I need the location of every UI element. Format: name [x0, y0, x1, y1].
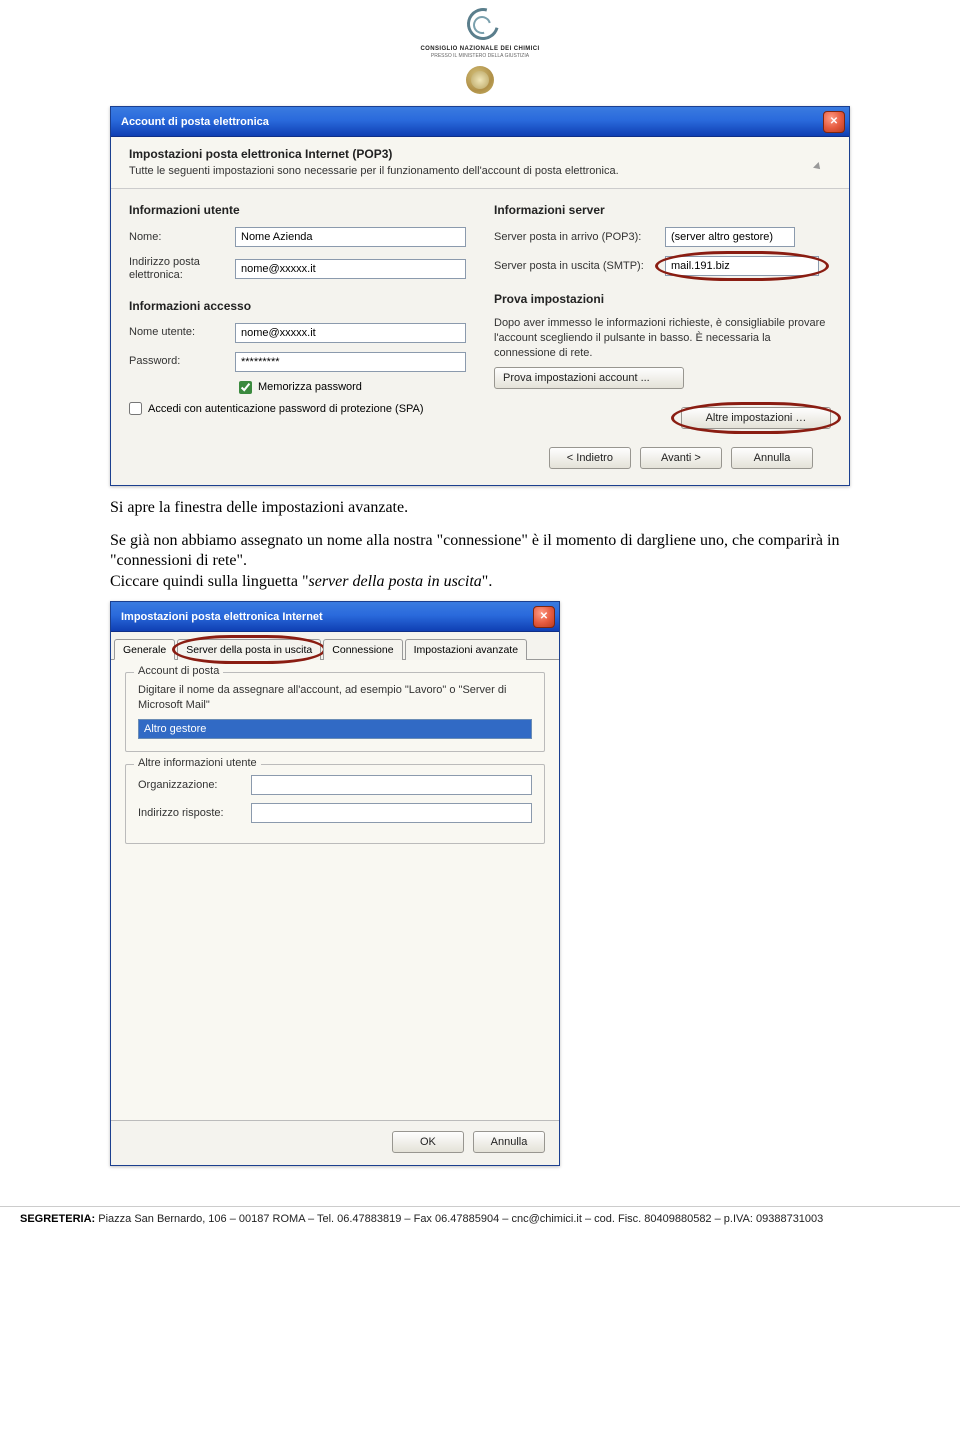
footer-text: Piazza San Bernardo, 106 – 00187 ROMA – … — [95, 1213, 823, 1225]
username-input[interactable] — [235, 323, 466, 343]
name-label: Nome: — [129, 231, 229, 244]
next-button[interactable]: Avanti > — [640, 447, 722, 469]
dialog2-footer: OK Annulla — [111, 1120, 559, 1165]
other-info-fieldset: Altre informazioni utente Organizzazione… — [125, 764, 545, 844]
dialog-title: Account di posta elettronica — [121, 116, 823, 128]
password-input[interactable] — [235, 352, 466, 372]
close-icon[interactable] — [823, 111, 845, 133]
user-info-title: Informazioni utente — [129, 203, 466, 217]
email-label: Indirizzo posta elettronica: — [129, 256, 229, 282]
org-logo: CONSIGLIO NAZIONALE DEI CHIMICI PRESSO I… — [420, 6, 539, 59]
cursor-icon — [807, 153, 835, 183]
remember-password-checkbox[interactable] — [239, 381, 252, 394]
tab-smtp[interactable]: Server della posta in uscita — [177, 639, 321, 660]
account-legend: Account di posta — [134, 665, 223, 677]
tabs: Generale Server della posta in uscita Co… — [111, 632, 559, 660]
cancel-button-2[interactable]: Annulla — [473, 1131, 545, 1153]
right-column: Informazioni server Server posta in arri… — [494, 203, 831, 429]
org-subtitle: PRESSO IL MINISTERO DELLA GIUSTIZIA — [420, 53, 539, 59]
back-button[interactable]: < Indietro — [549, 447, 631, 469]
titlebar-2[interactable]: Impostazioni posta elettronica Internet — [111, 602, 559, 632]
titlebar[interactable]: Account di posta elettronica — [111, 107, 849, 137]
email-account-dialog: Account di posta elettronica Impostazion… — [110, 106, 850, 486]
password-label: Password: — [129, 355, 229, 368]
email-input[interactable] — [235, 259, 466, 279]
reply-address-input[interactable] — [251, 803, 532, 823]
test-settings-desc: Dopo aver immesso le informazioni richie… — [494, 316, 831, 361]
tab-advanced[interactable]: Impostazioni avanzate — [405, 639, 527, 660]
spa-label: Accedi con autenticazione password di pr… — [148, 402, 424, 416]
smtp-highlight — [665, 256, 819, 276]
smtp-label: Server posta in uscita (SMTP): — [494, 260, 659, 273]
spa-checkbox[interactable] — [129, 402, 142, 415]
tab-connection[interactable]: Connessione — [323, 639, 402, 660]
page-footer: SEGRETERIA: Piazza San Bernardo, 106 – 0… — [0, 1206, 960, 1231]
tab-general[interactable]: Generale — [114, 639, 175, 660]
ok-button[interactable]: OK — [392, 1131, 464, 1153]
close-icon-2[interactable] — [533, 606, 555, 628]
dialog-header-title: Impostazioni posta elettronica Internet … — [129, 147, 789, 161]
smtp-input[interactable] — [665, 256, 819, 276]
more-settings-button[interactable]: Altre impostazioni … — [681, 407, 831, 429]
remember-password-label: Memorizza password — [258, 381, 362, 393]
tab-body: Account di posta Digitare il nome da ass… — [111, 660, 559, 1120]
more-settings-highlight: Altre impostazioni … — [681, 407, 831, 429]
reply-address-label: Indirizzo risposte: — [138, 807, 243, 819]
doc-paragraph-1: Si apre la finestra delle impostazioni a… — [110, 498, 850, 519]
left-column: Informazioni utente Nome: Indirizzo post… — [129, 203, 466, 429]
doc-paragraph-2: Se già non abbiamo assegnato un nome all… — [110, 531, 850, 593]
footer-label: SEGRETERIA: — [20, 1213, 95, 1225]
other-info-legend: Altre informazioni utente — [134, 757, 261, 769]
dialog-header-subtitle: Tutte le seguenti impostazioni sono nece… — [129, 164, 789, 178]
state-emblem-icon — [466, 66, 494, 94]
organization-input[interactable] — [251, 775, 532, 795]
access-info-title: Informazioni accesso — [129, 299, 466, 313]
org-name: CONSIGLIO NAZIONALE DEI CHIMICI — [420, 46, 539, 52]
account-fieldset: Account di posta Digitare il nome da ass… — [125, 672, 545, 752]
wizard-footer: < Indietro Avanti > Annulla — [129, 429, 831, 485]
document-header: CONSIGLIO NAZIONALE DEI CHIMICI PRESSO I… — [0, 0, 960, 98]
server-info-title: Informazioni server — [494, 203, 831, 217]
cancel-button[interactable]: Annulla — [731, 447, 813, 469]
dialog2-title: Impostazioni posta elettronica Internet — [121, 611, 533, 623]
test-account-button[interactable]: Prova impostazioni account ... — [494, 367, 684, 389]
account-name-input[interactable] — [138, 719, 532, 739]
internet-settings-dialog: Impostazioni posta elettronica Internet … — [110, 601, 560, 1166]
pop3-input[interactable] — [665, 227, 795, 247]
dialog-header: Impostazioni posta elettronica Internet … — [111, 137, 849, 189]
username-label: Nome utente: — [129, 326, 229, 339]
pop3-label: Server posta in arrivo (POP3): — [494, 231, 659, 244]
test-settings-title: Prova impostazioni — [494, 292, 831, 306]
account-desc: Digitare il nome da assegnare all'accoun… — [138, 683, 532, 713]
organization-label: Organizzazione: — [138, 779, 243, 791]
name-input[interactable] — [235, 227, 466, 247]
